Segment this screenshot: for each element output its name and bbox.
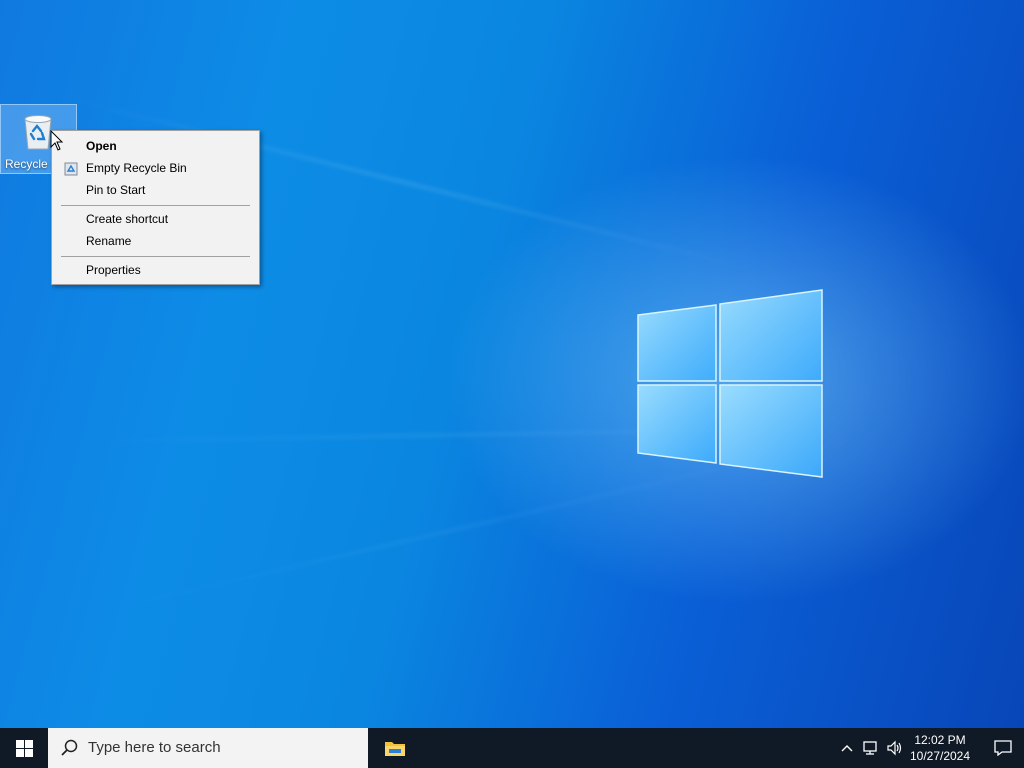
menu-item-label: Empty Recycle Bin (86, 161, 187, 175)
menu-item-label: Open (86, 139, 117, 153)
folder-icon (385, 742, 405, 756)
taskbar: Type here to search 12:02 PM 10/27/2024 (0, 728, 1024, 768)
menu-item-rename[interactable]: Rename (54, 230, 257, 252)
menu-item-pin-to-start[interactable]: Pin to Start (54, 179, 257, 201)
network-icon[interactable] (862, 740, 880, 756)
chevron-up-icon[interactable] (838, 740, 856, 756)
recycle-shield-icon (64, 161, 78, 176)
taskbar-search-box[interactable]: Type here to search (48, 728, 368, 768)
menu-item-label: Pin to Start (86, 183, 146, 197)
context-menu: Open Empty Recycle Bin Pin to Start Crea… (51, 130, 260, 285)
menu-item-label: Properties (86, 263, 141, 277)
menu-item-label: Rename (86, 234, 132, 248)
windows-start-icon (16, 740, 33, 757)
action-center-button[interactable] (982, 728, 1022, 768)
search-placeholder: Type here to search (88, 739, 221, 756)
taskbar-clock[interactable]: 12:02 PM 10/27/2024 (904, 732, 976, 764)
windows-logo-wallpaper (630, 285, 830, 485)
clock-date: 10/27/2024 (909, 749, 971, 763)
menu-item-open[interactable]: Open (54, 135, 257, 157)
notification-icon (994, 740, 1012, 756)
desktop: Recycle Bin Open Empty Recycle Bin Pin t… (0, 0, 1024, 728)
volume-icon[interactable] (886, 740, 904, 756)
taskbar-file-explorer-button[interactable] (372, 728, 418, 768)
mouse-cursor-icon (50, 129, 64, 152)
menu-item-create-shortcut[interactable]: Create shortcut (54, 208, 257, 230)
start-button[interactable] (0, 728, 48, 768)
menu-separator (61, 205, 250, 206)
clock-time: 12:02 PM (914, 733, 966, 747)
menu-separator (61, 256, 250, 257)
menu-item-empty-recycle-bin[interactable]: Empty Recycle Bin (54, 157, 257, 179)
menu-item-properties[interactable]: Properties (54, 259, 257, 281)
search-icon (60, 738, 80, 758)
menu-item-label: Create shortcut (86, 212, 169, 226)
